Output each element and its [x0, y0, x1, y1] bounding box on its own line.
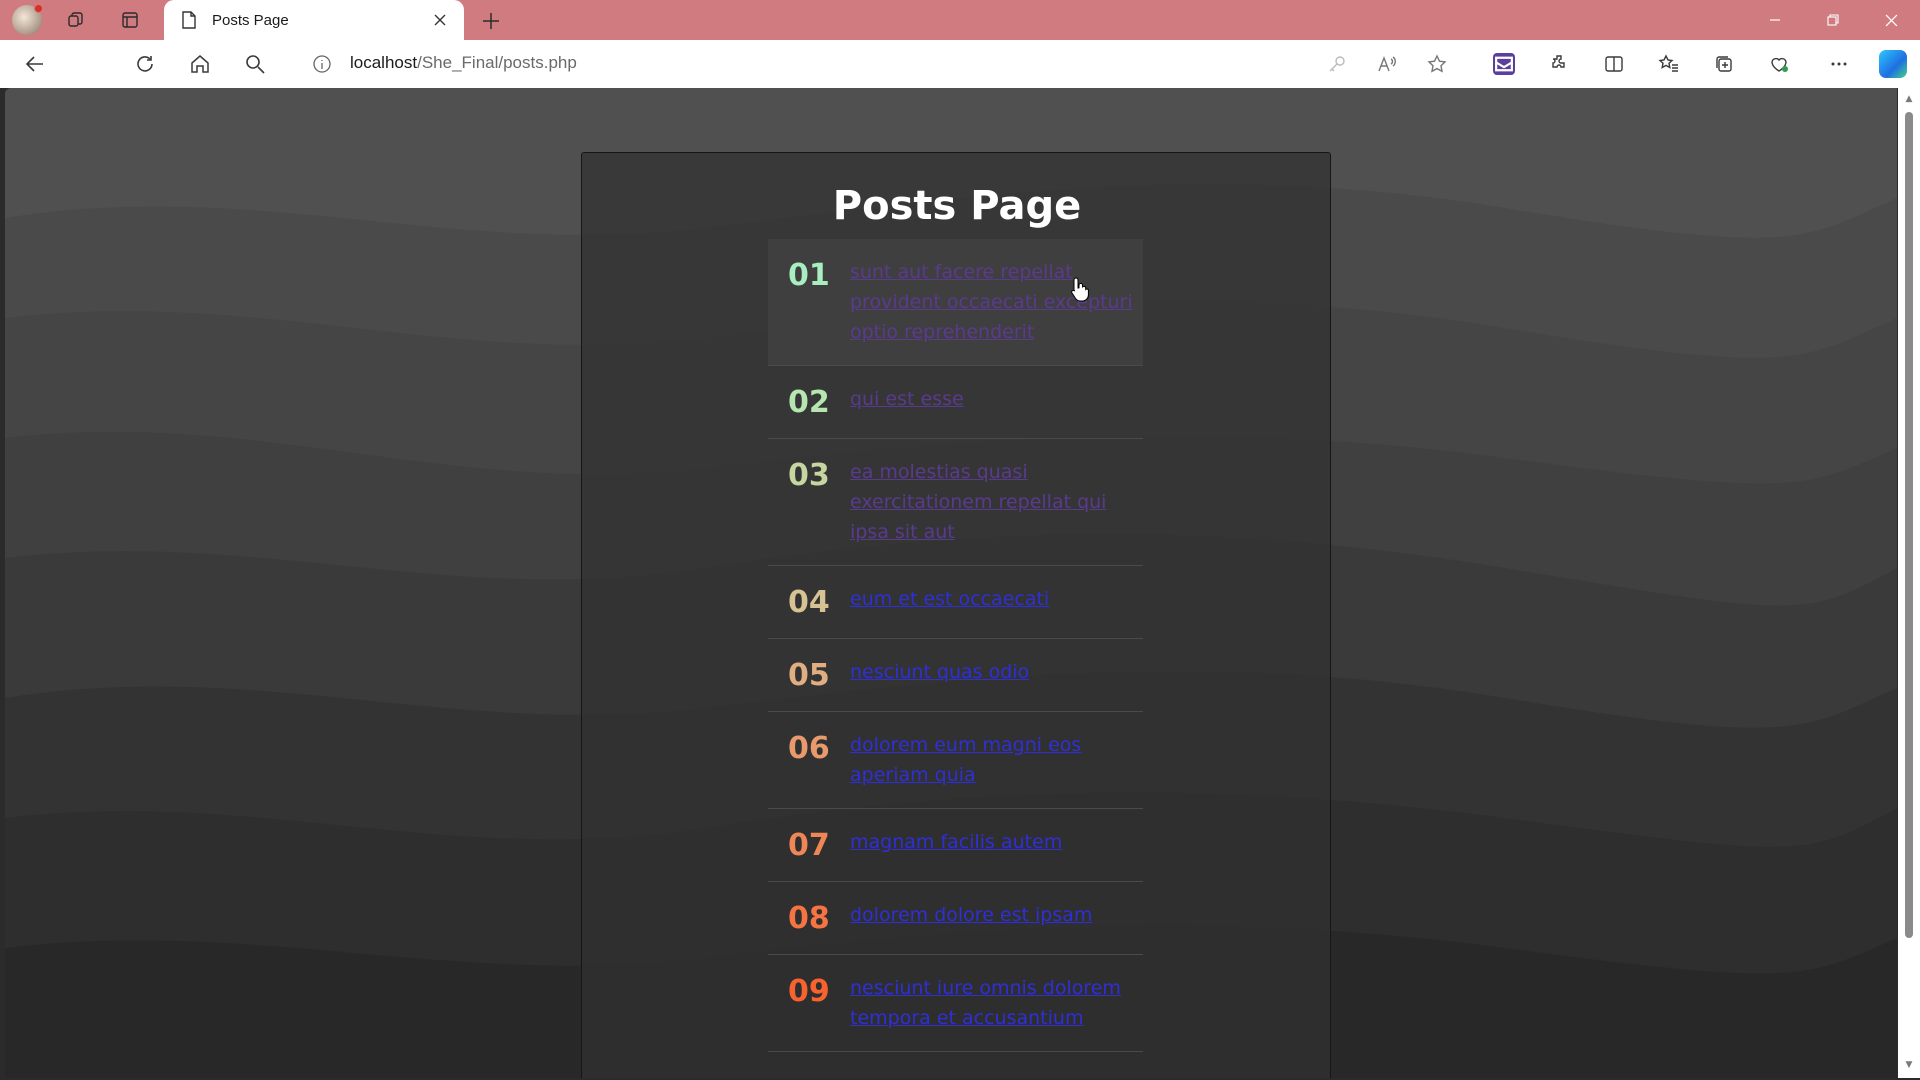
post-number: 01: [788, 258, 830, 293]
collections-icon[interactable]: [1707, 48, 1741, 80]
favorites-icon[interactable]: [1652, 48, 1686, 80]
page-title: Posts Page: [832, 183, 1082, 229]
page-icon: [180, 10, 198, 30]
post-number: 05: [788, 658, 830, 693]
read-aloud-icon[interactable]: [1370, 48, 1404, 80]
post-list: 01 sunt aut facere repellat provident occ…: [768, 239, 1143, 1052]
browser-essentials-icon[interactable]: [1762, 48, 1796, 80]
post-item: 07 magnam facilis autem: [768, 809, 1143, 882]
password-key-icon[interactable]: [1320, 48, 1354, 80]
refresh-icon[interactable]: [128, 48, 162, 80]
tab-posts-page[interactable]: Posts Page: [164, 0, 464, 40]
browser-toolbar: localhost/She_Final/posts.php: [0, 40, 1920, 88]
close-window-icon[interactable]: [1868, 6, 1914, 34]
post-item: 04 eum et est occaecati: [768, 566, 1143, 639]
post-item: 08 dolorem dolore est ipsam: [768, 882, 1143, 955]
back-icon[interactable]: [18, 48, 52, 80]
page-viewport: Posts Page 01 sunt aut facere repellat pr…: [5, 88, 1897, 1078]
browser-title-bar: Posts Page: [0, 0, 1920, 40]
post-number: 07: [788, 828, 830, 863]
favorite-star-icon[interactable]: [1420, 48, 1454, 80]
tab-actions-icon[interactable]: [114, 6, 146, 34]
post-number: 09: [788, 974, 830, 1009]
scroll-thumb[interactable]: [1905, 112, 1913, 938]
post-item: 01 sunt aut facere repellat provident occ…: [768, 239, 1143, 366]
post-title-link[interactable]: sunt aut facere repellat provident occae…: [850, 257, 1135, 347]
post-title-link[interactable]: dolorem eum magni eos aperiam quia: [850, 730, 1135, 790]
search-icon[interactable]: [238, 48, 272, 80]
extensions-icon[interactable]: [1542, 48, 1576, 80]
vertical-scrollbar[interactable]: ▲ ▼: [1898, 88, 1920, 1078]
post-number: 02: [788, 385, 830, 420]
post-title-link[interactable]: magnam facilis autem: [850, 827, 1062, 857]
post-title-link[interactable]: nesciunt quas odio: [850, 657, 1029, 687]
post-title-link[interactable]: dolorem dolore est ipsam: [850, 900, 1092, 930]
post-title-link[interactable]: nesciunt iure omnis dolorem tempora et a…: [850, 973, 1135, 1033]
scroll-down-icon[interactable]: ▼: [1904, 1060, 1914, 1070]
scroll-up-icon[interactable]: ▲: [1904, 94, 1914, 104]
notification-dot: [34, 4, 43, 13]
site-info-icon[interactable]: [305, 48, 339, 80]
post-number: 06: [788, 731, 830, 766]
post-item: 09 nesciunt iure omnis dolorem tempora et…: [768, 955, 1143, 1052]
copilot-icon[interactable]: [1876, 48, 1910, 80]
profile-avatar[interactable]: [12, 4, 43, 35]
tab-title: Posts Page: [212, 11, 289, 29]
workspaces-icon[interactable]: [60, 6, 92, 34]
more-options-icon[interactable]: [1822, 48, 1856, 80]
close-tab-icon[interactable]: [430, 10, 450, 30]
posts-card: Posts Page 01 sunt aut facere repellat pr…: [581, 152, 1331, 1078]
post-title-link[interactable]: qui est esse: [850, 384, 964, 414]
post-item: 05 nesciunt quas odio: [768, 639, 1143, 712]
address-bar[interactable]: localhost/She_Final/posts.php: [350, 53, 577, 73]
extension-badge-icon[interactable]: [1487, 48, 1521, 80]
post-number: 04: [788, 585, 830, 620]
post-number: 03: [788, 458, 830, 493]
post-number: 08: [788, 901, 830, 936]
restore-icon[interactable]: [1810, 6, 1856, 34]
url-path: /She_Final/posts.php: [417, 53, 577, 72]
post-item: 02 qui est esse: [768, 366, 1143, 439]
post-item: 03 ea molestias quasi exercitationem repe…: [768, 439, 1143, 566]
new-tab-icon[interactable]: [478, 8, 504, 34]
url-host: localhost: [350, 53, 418, 72]
post-item: 06 dolorem eum magni eos aperiam quia: [768, 712, 1143, 809]
split-screen-icon[interactable]: [1597, 48, 1631, 80]
post-title-link[interactable]: ea molestias quasi exercitationem repell…: [850, 457, 1135, 547]
home-icon[interactable]: [183, 48, 217, 80]
minimize-icon[interactable]: [1752, 6, 1798, 34]
post-title-link[interactable]: eum et est occaecati: [850, 584, 1049, 614]
hand-cursor-icon: [1071, 277, 1089, 302]
